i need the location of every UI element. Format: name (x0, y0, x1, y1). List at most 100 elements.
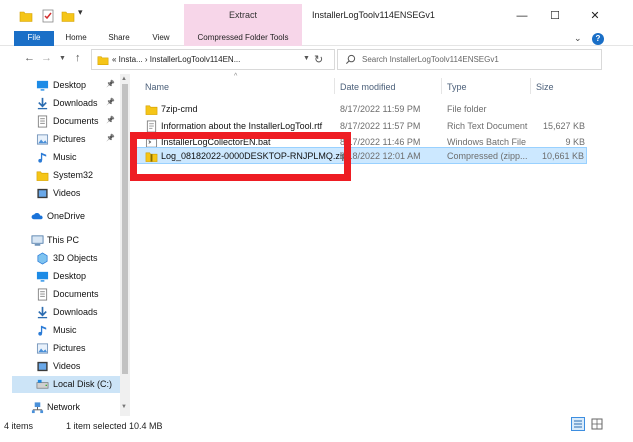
pin-icon[interactable]: 📌 (106, 98, 115, 106)
large-icons-view-icon (591, 418, 603, 430)
tab-file[interactable]: File (14, 31, 54, 46)
tab-compressed-folder-tools[interactable]: Compressed Folder Tools (184, 31, 302, 46)
network-icon (31, 401, 44, 414)
breadcrumb[interactable]: « Insta... › InstallerLogToolv114EN... (112, 55, 240, 64)
file-name: Information about the InstallerLogTool.r… (161, 121, 323, 131)
details-view-icon (574, 420, 582, 428)
videos-icon (36, 187, 49, 200)
music-note-icon (36, 151, 49, 164)
folder-icon (36, 169, 49, 182)
back-arrow-icon[interactable]: ← (24, 52, 35, 64)
nav-item-system32[interactable]: System32 (0, 167, 120, 184)
window-title: InstallerLogToolv114ENSEGv1 (312, 10, 435, 20)
nav-item-pictures[interactable]: Pictures (0, 340, 120, 357)
search-input[interactable]: Search InstallerLogToolv114ENSEGv1 (362, 55, 499, 64)
nav-this-pc[interactable]: This PC (0, 232, 120, 249)
desktop-blue-icon (36, 270, 49, 283)
pin-icon[interactable]: 📌 (106, 80, 115, 88)
up-arrow-icon[interactable]: ↑ (75, 52, 81, 64)
column-divider[interactable] (441, 78, 442, 94)
file-type: File folder (447, 104, 487, 114)
nav-item-label: Desktop (53, 80, 87, 90)
quick-access-dropdown-icon[interactable]: ▾ (78, 7, 83, 18)
maximize-button[interactable]: ☐ (535, 6, 575, 26)
drive-icon (36, 378, 49, 391)
column-header-date-modified[interactable]: Date modified (340, 82, 396, 92)
nav-network[interactable]: Network (0, 399, 120, 416)
column-header-type[interactable]: Type (447, 82, 467, 92)
file-size: 15,627 KB (542, 121, 585, 131)
nav-item-label: System32 (53, 170, 94, 180)
nav-item-downloads[interactable]: Downloads 📌 (0, 95, 120, 112)
nav-item-desktop[interactable]: Desktop (0, 268, 120, 285)
nav-item-videos[interactable]: Videos (0, 358, 120, 375)
file-date-modified: 8/17/2022 11:46 PM (340, 137, 421, 147)
file-name: 7zip-cmd (161, 104, 198, 114)
nav-onedrive[interactable]: OneDrive (0, 208, 120, 225)
nav-pane-scroll-thumb[interactable] (122, 84, 128, 374)
scroll-down-icon[interactable]: ▼ (121, 404, 127, 410)
nav-item-label: Videos (53, 361, 81, 371)
tab-share[interactable]: Share (101, 31, 137, 46)
selection-info: 1 item selected 10.4 MB (66, 421, 163, 431)
nav-item-documents[interactable]: Documents (0, 286, 120, 303)
pin-icon[interactable]: 📌 (106, 116, 115, 124)
scroll-up-icon[interactable]: ▲ (121, 76, 127, 82)
nav-item-label: Desktop (53, 271, 87, 281)
sort-ascending-icon: ^ (234, 73, 238, 80)
tab-view[interactable]: View (144, 31, 178, 46)
file-date-modified: 8/17/2022 11:57 PM (340, 121, 421, 131)
help-icon[interactable]: ? (592, 33, 604, 45)
context-tab-group: Extract (184, 4, 302, 31)
nav-item-label: This PC (47, 235, 80, 245)
nav-item-music[interactable]: Music (0, 322, 120, 339)
folder-icon[interactable] (19, 8, 33, 24)
pin-icon[interactable]: 📌 (106, 134, 115, 142)
address-dropdown-icon[interactable]: ▼ (303, 55, 310, 62)
forward-arrow-icon[interactable]: → (41, 52, 52, 64)
properties-check-icon[interactable] (41, 8, 55, 24)
file-row[interactable]: 7zip-cmd 8/17/2022 11:59 PM File folder (137, 101, 587, 118)
context-tab-group-label: Extract (228, 10, 257, 20)
item-count: 4 items (4, 421, 34, 431)
column-header-size[interactable]: Size (536, 82, 554, 92)
file-type: Rich Text Document (447, 121, 528, 131)
nav-item-videos[interactable]: Videos (0, 185, 120, 202)
nav-item-label: Pictures (53, 343, 86, 353)
large-icons-view-button[interactable] (590, 417, 604, 431)
column-divider[interactable] (530, 78, 531, 94)
ribbon-tabs: File Home Share View Compressed Folder T… (0, 31, 633, 46)
file-date-modified: 8/17/2022 11:59 PM (340, 104, 421, 114)
nav-item-desktop[interactable]: Desktop 📌 (0, 77, 120, 94)
pictures-icon (36, 133, 49, 146)
file-size: 9 KB (565, 137, 585, 147)
new-folder-icon[interactable] (61, 8, 75, 24)
search-icon (345, 54, 356, 65)
nav-item-local-disk-c[interactable]: Local Disk (C:) (12, 376, 120, 393)
refresh-icon[interactable]: ↻ (314, 53, 323, 66)
nav-item-music[interactable]: Music (0, 149, 120, 166)
column-divider[interactable] (334, 78, 335, 94)
close-button[interactable]: ✕ (575, 6, 615, 26)
details-view-button[interactable] (571, 417, 585, 431)
nav-item-downloads[interactable]: Downloads (0, 304, 120, 321)
nav-item-documents[interactable]: Documents 📌 (0, 113, 120, 130)
search-box[interactable]: Search InstallerLogToolv114ENSEGv1 (337, 49, 602, 70)
nav-item-label: Videos (53, 188, 81, 198)
nav-item-label: Music (53, 152, 77, 162)
documents-icon (36, 115, 49, 128)
nav-item-3d-objects[interactable]: 3D Objects (0, 250, 120, 267)
nav-item-pictures[interactable]: Pictures 📌 (0, 131, 120, 148)
column-header-name[interactable]: Name (145, 82, 169, 92)
this-pc-icon (31, 234, 44, 247)
3d-objects-icon (36, 252, 49, 265)
tab-home[interactable]: Home (58, 31, 94, 46)
navigation-pane: Desktop 📌 Downloads 📌 Documents 📌 Pictures 📌 Mus… (0, 74, 131, 416)
nav-item-label: Pictures (53, 134, 86, 144)
recent-locations-icon[interactable]: ▼ (59, 55, 66, 62)
address-bar[interactable]: « Insta... › InstallerLogToolv114EN... ▼ (91, 49, 335, 70)
ribbon-expand-icon[interactable]: ⌄ (574, 33, 582, 44)
download-arrow-icon (36, 306, 49, 319)
status-bar: 4 items 1 item selected 10.4 MB (0, 416, 633, 442)
desktop-blue-icon (36, 79, 49, 92)
